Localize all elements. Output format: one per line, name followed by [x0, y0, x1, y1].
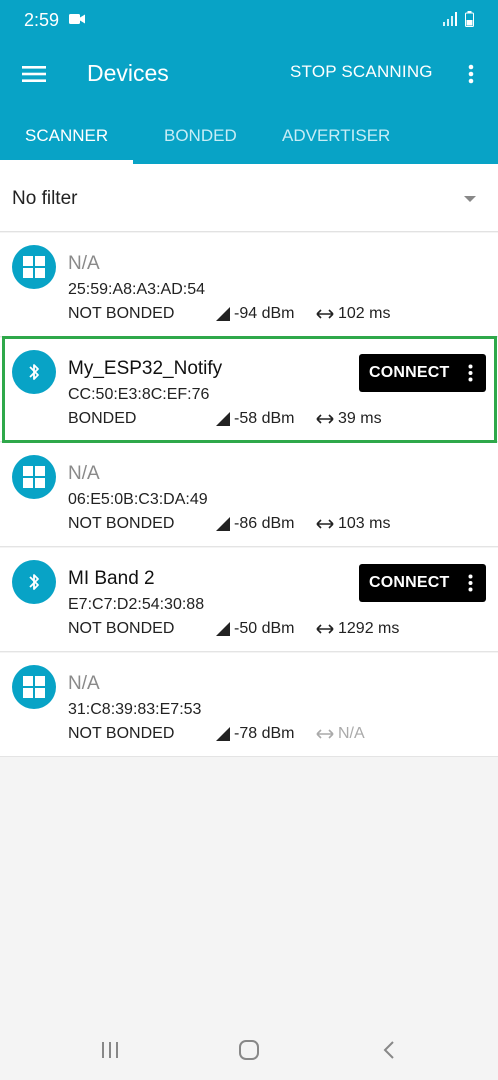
interval-arrows-icon — [316, 519, 334, 529]
bond-state: NOT BONDED — [68, 620, 175, 637]
device-name: MI Band 2 — [68, 568, 155, 589]
tab-bar: SCANNER BONDED ADVERTISER — [0, 108, 498, 164]
tab-bonded[interactable]: BONDED — [164, 126, 237, 146]
device-address: 06:E5:0B:C3:DA:49 — [68, 491, 208, 508]
rssi: -86 dBm — [216, 515, 294, 533]
interval-arrows-icon — [316, 309, 334, 319]
back-icon[interactable] — [375, 1038, 403, 1062]
interval: 39 ms — [316, 410, 382, 428]
connect-label: CONNECT — [369, 364, 450, 381]
rssi: -78 dBm — [216, 725, 294, 743]
status-icons — [443, 11, 474, 32]
dropdown-arrow-icon — [464, 196, 476, 202]
rssi-value: -94 dBm — [234, 305, 295, 322]
device-row[interactable]: N/A 06:E5:0B:C3:DA:49 NOT BONDED -86 dBm… — [0, 443, 498, 547]
hamburger-menu-icon[interactable] — [14, 56, 54, 92]
home-icon[interactable] — [235, 1038, 263, 1062]
signal-strength-icon — [216, 517, 230, 531]
system-nav-bar — [0, 1020, 498, 1080]
filter-label: No filter — [12, 188, 78, 209]
battery-icon — [465, 11, 474, 32]
bluetooth-icon — [12, 560, 56, 604]
recent-apps-icon[interactable] — [96, 1038, 124, 1062]
rssi-value: -58 dBm — [234, 410, 295, 427]
page-title: Devices — [87, 60, 169, 86]
windows-icon — [12, 665, 56, 709]
filter-dropdown[interactable]: No filter — [0, 164, 498, 232]
interval: 1292 ms — [316, 620, 399, 638]
status-time: 2:59 — [24, 10, 60, 30]
device-row[interactable]: My_ESP32_Notify CC:50:E3:8C:EF:76 BONDED… — [0, 338, 498, 442]
signal-strength-icon — [216, 622, 230, 636]
bond-state: NOT BONDED — [68, 515, 175, 532]
interval-value: 102 ms — [338, 305, 391, 322]
device-name: My_ESP32_Notify — [68, 358, 223, 379]
signal-icon — [443, 12, 459, 31]
interval-value: 39 ms — [338, 410, 382, 427]
windows-icon — [12, 245, 56, 289]
interval-arrows-icon — [316, 624, 334, 634]
device-row[interactable]: MI Band 2 E7:C7:D2:54:30:88 NOT BONDED -… — [0, 548, 498, 652]
interval-value: 103 ms — [338, 515, 391, 532]
connect-button[interactable]: CONNECT — [359, 354, 486, 392]
device-address: CC:50:E3:8C:EF:76 — [68, 386, 210, 403]
device-row[interactable]: N/A 31:C8:39:83:E7:53 NOT BONDED -78 dBm… — [0, 653, 498, 757]
stop-scanning-button[interactable]: STOP SCANNING — [290, 62, 433, 82]
device-name: N/A — [68, 253, 100, 274]
overflow-menu-icon[interactable] — [462, 60, 480, 88]
rssi: -50 dBm — [216, 620, 294, 638]
app-toolbar: Devices STOP SCANNING — [0, 40, 498, 108]
tab-advertiser[interactable]: ADVERTISER — [282, 126, 390, 146]
connect-button[interactable]: CONNECT — [359, 564, 486, 602]
rssi-value: -78 dBm — [234, 725, 295, 742]
bond-state: NOT BONDED — [68, 305, 175, 322]
status-bar: 2:59 — [0, 0, 498, 40]
device-address: 31:C8:39:83:E7:53 — [68, 701, 202, 718]
more-options-icon[interactable] — [465, 572, 475, 594]
interval: 102 ms — [316, 305, 390, 323]
device-address: 25:59:A8:A3:AD:54 — [68, 281, 205, 298]
bluetooth-icon — [12, 350, 56, 394]
more-options-icon[interactable] — [465, 362, 475, 384]
connect-label: CONNECT — [369, 574, 450, 591]
interval: N/A — [316, 725, 365, 743]
rssi-value: -86 dBm — [234, 515, 295, 532]
rssi: -94 dBm — [216, 305, 294, 323]
device-name: N/A — [68, 673, 100, 694]
video-camera-icon — [69, 12, 85, 30]
tab-scanner[interactable]: SCANNER — [25, 126, 108, 146]
rssi: -58 dBm — [216, 410, 294, 428]
rssi-value: -50 dBm — [234, 620, 295, 637]
interval: 103 ms — [316, 515, 390, 533]
bond-state: BONDED — [68, 410, 137, 427]
interval-arrows-icon — [316, 729, 334, 739]
device-row[interactable]: N/A 25:59:A8:A3:AD:54 NOT BONDED -94 dBm… — [0, 233, 498, 337]
device-name: N/A — [68, 463, 100, 484]
windows-icon — [12, 455, 56, 499]
signal-strength-icon — [216, 727, 230, 741]
interval-value: N/A — [338, 725, 365, 742]
interval-arrows-icon — [316, 414, 334, 424]
signal-strength-icon — [216, 307, 230, 321]
interval-value: 1292 ms — [338, 620, 400, 637]
signal-strength-icon — [216, 412, 230, 426]
bond-state: NOT BONDED — [68, 725, 175, 742]
device-address: E7:C7:D2:54:30:88 — [68, 596, 205, 613]
